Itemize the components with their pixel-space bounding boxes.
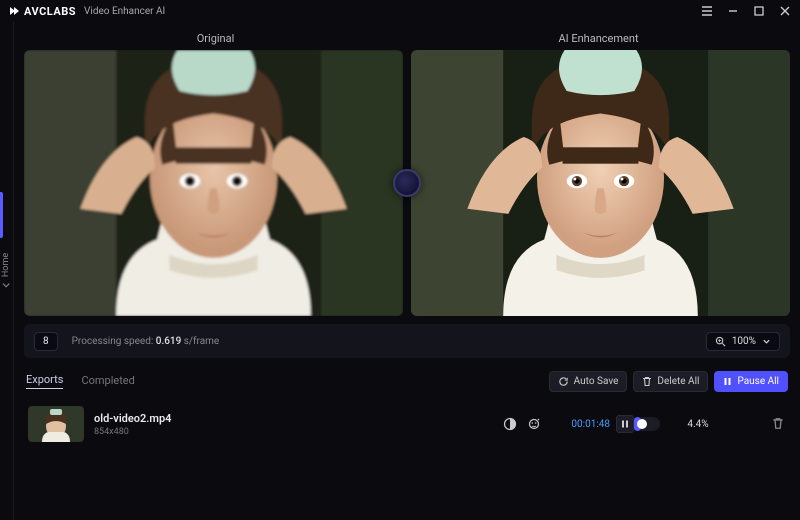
- speed-prefix: Processing speed:: [72, 336, 154, 347]
- progress-knob: [637, 419, 647, 429]
- export-tabs: Exports Completed Auto Save Delete All P…: [24, 366, 790, 396]
- tab-exports[interactable]: Exports: [26, 373, 63, 389]
- tab-completed[interactable]: Completed: [81, 374, 134, 389]
- app-subtitle: Video Enhancer AI: [84, 6, 165, 17]
- zoom-value: 100%: [732, 336, 756, 347]
- export-resolution: 854x480: [94, 427, 171, 437]
- titlebar: AVCLABS Video Enhancer AI: [0, 0, 800, 22]
- brand-text: AVCLABS: [24, 5, 76, 18]
- side-rail: Home: [0, 22, 14, 520]
- trash-icon: [642, 376, 652, 387]
- export-item-row: old-video2.mp4 854x480 00:01:48 4.4%: [24, 402, 790, 446]
- processing-speed: Processing speed: 0.619 s/frame: [72, 336, 220, 347]
- export-file-meta: old-video2.mp4 854x480: [94, 412, 171, 437]
- maximize-icon[interactable]: [752, 4, 766, 18]
- magnify-icon: [715, 336, 726, 347]
- progress-bar[interactable]: [634, 417, 660, 431]
- chevron-down-icon: [762, 337, 771, 346]
- export-thumbnail[interactable]: [28, 406, 84, 442]
- compare-labels: Original AI Enhancement: [24, 30, 790, 46]
- refresh-icon: [558, 376, 569, 387]
- status-bar: 8 Processing speed: 0.619 s/frame 100%: [24, 324, 790, 358]
- frame-counter: 8: [34, 332, 58, 351]
- window-controls: [700, 4, 792, 18]
- contrast-icon[interactable]: [503, 417, 517, 431]
- zoom-control[interactable]: 100%: [706, 332, 780, 351]
- export-elapsed: 00:01:48: [571, 419, 610, 430]
- delete-all-button[interactable]: Delete All: [633, 371, 708, 392]
- menu-icon[interactable]: [700, 4, 714, 18]
- speed-value: 0.619: [156, 336, 182, 347]
- minimize-icon[interactable]: [726, 4, 740, 18]
- main-area: Original AI Enhancement: [14, 22, 800, 520]
- pause-all-button[interactable]: Pause All: [714, 371, 788, 392]
- speed-unit: s/frame: [184, 336, 219, 347]
- close-icon[interactable]: [778, 4, 792, 18]
- preview-enhanced[interactable]: [411, 50, 790, 316]
- autosave-button[interactable]: Auto Save: [549, 371, 628, 392]
- export-pause-button[interactable]: [616, 415, 634, 433]
- preview-compare: [24, 50, 790, 316]
- app-logo: AVCLABS: [8, 5, 76, 18]
- side-rail-home[interactable]: Home: [2, 253, 12, 289]
- export-progress: 4.4%: [634, 417, 764, 431]
- enhanced-label: AI Enhancement: [407, 32, 790, 45]
- progress-percent: 4.4%: [668, 419, 728, 430]
- autosave-label: Auto Save: [574, 376, 619, 387]
- export-delete-button[interactable]: [772, 417, 786, 431]
- delete-all-label: Delete All: [657, 376, 699, 387]
- export-effect-icons: [503, 417, 541, 431]
- original-label: Original: [24, 32, 407, 45]
- export-file-name: old-video2.mp4: [94, 412, 171, 425]
- pause-all-label: Pause All: [737, 376, 779, 387]
- compare-slider-handle[interactable]: [393, 169, 421, 197]
- preview-original[interactable]: [24, 50, 403, 316]
- pause-icon: [723, 377, 732, 386]
- chevron-left-icon: [3, 281, 11, 289]
- logo-icon: [8, 5, 20, 17]
- side-rail-home-label: Home: [2, 253, 12, 277]
- face-enhance-icon[interactable]: [527, 417, 541, 431]
